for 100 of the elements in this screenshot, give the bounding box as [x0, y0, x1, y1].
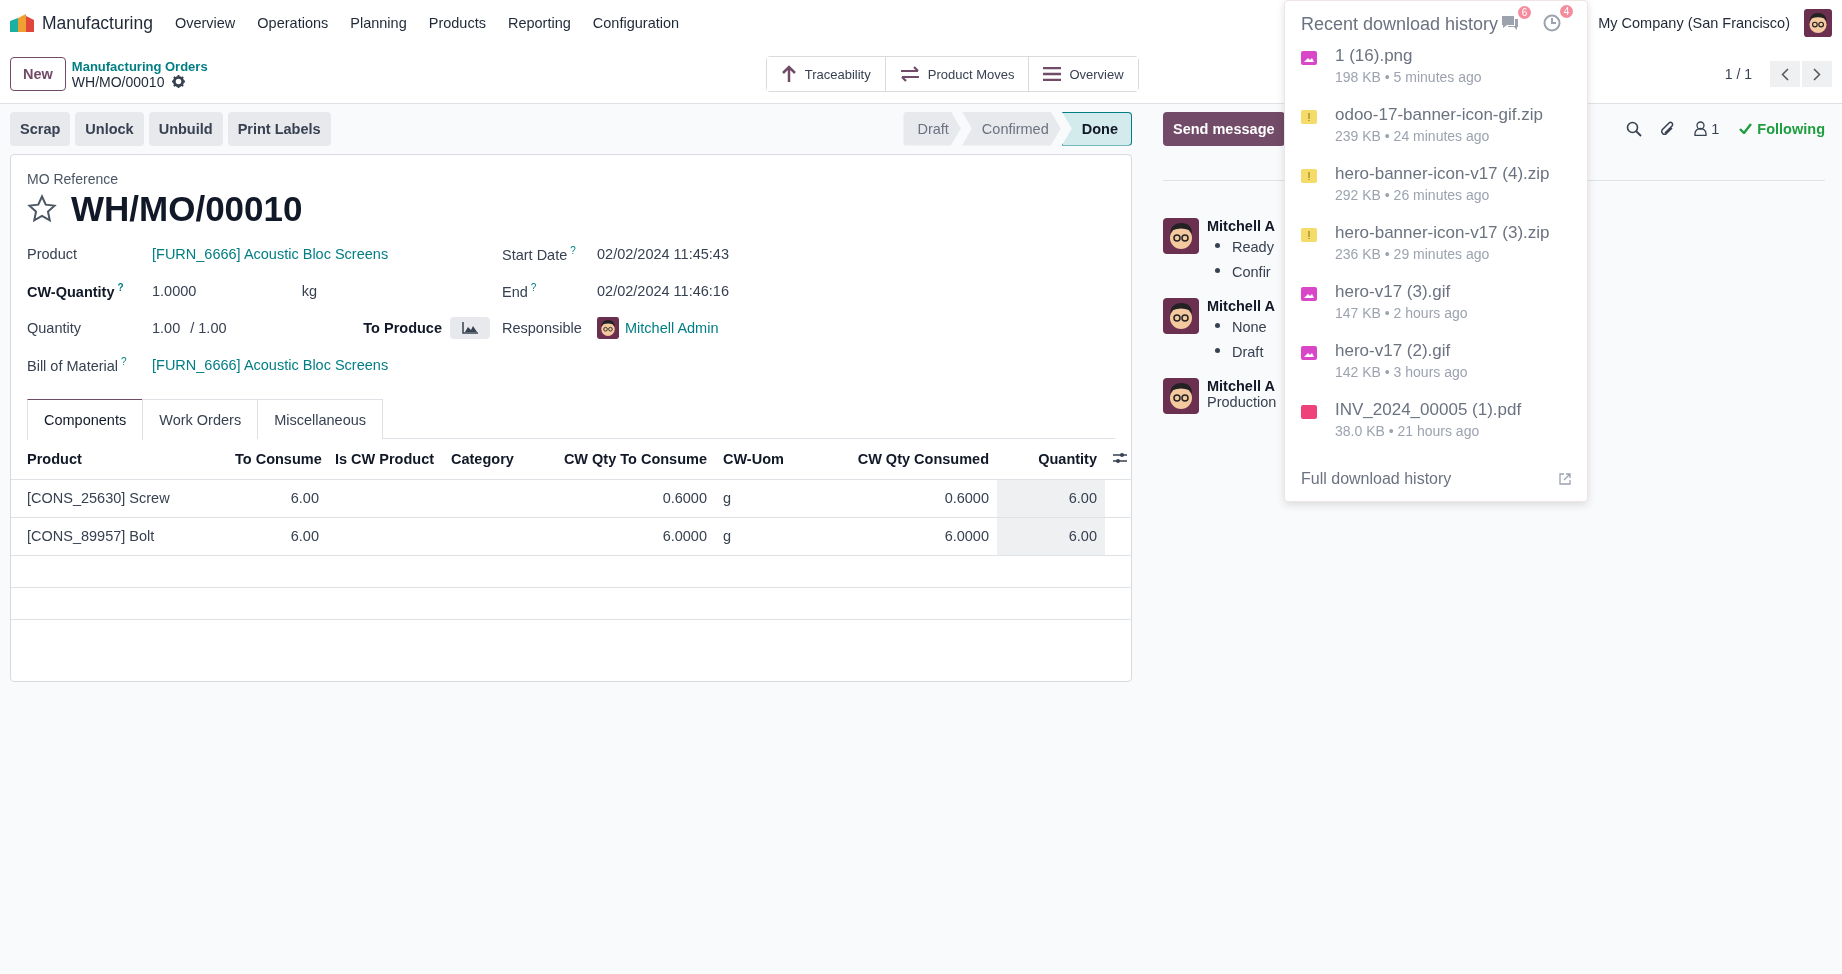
avatar: [1163, 378, 1199, 414]
file-icon: [1301, 405, 1317, 419]
previous-button[interactable]: [1770, 61, 1800, 87]
field-label: End $^{?}$: [502, 281, 538, 300]
app-name[interactable]: Manufacturing: [42, 12, 153, 34]
message-author[interactable]: Mitchell A: [1207, 378, 1275, 394]
field-value[interactable]: 1.00: [152, 319, 181, 336]
avatar: [1163, 298, 1199, 334]
column-header[interactable]: Quantity: [997, 439, 1105, 479]
forecast-button[interactable]: [450, 316, 490, 339]
field-label: MO Reference: [27, 171, 120, 187]
record-link[interactable]: [FURN_6666] Acoustic Bloc Screens: [152, 245, 389, 262]
file-details: 147 KB • 2 hours ago: [1335, 305, 1468, 321]
file-name[interactable]: hero-banner-icon-v17 (3).zip: [1335, 223, 1550, 243]
field-value[interactable]: 1.0000: [152, 282, 197, 299]
column-header[interactable]: CW Qty Consumed: [811, 439, 997, 479]
record-title: WH/MO/00010: [71, 189, 303, 229]
status-step[interactable]: Confirmed: [961, 111, 1061, 146]
file-name[interactable]: INV_2024_00005 (1).pdf: [1335, 400, 1522, 420]
action-button[interactable]: Scrap: [10, 111, 71, 146]
tab[interactable]: Miscellaneous: [257, 399, 384, 439]
next-button[interactable]: [1802, 61, 1832, 87]
avatar: [597, 316, 619, 339]
column-header[interactable]: CW Qty To Consume: [531, 439, 715, 479]
menu-item[interactable]: Planning: [350, 15, 407, 31]
file-icon: [1301, 228, 1317, 242]
app-logo-icon[interactable]: [10, 14, 34, 32]
column-header[interactable]: Category: [443, 439, 531, 479]
table-cell: 6.00: [1068, 528, 1097, 544]
send-message-button[interactable]: Send message: [1163, 111, 1285, 146]
field-label: Responsible: [502, 319, 583, 336]
company-name[interactable]: My Company (San Francisco): [1598, 15, 1790, 31]
column-header[interactable]: Product: [11, 439, 227, 479]
table-cell: [CONS_89957] Bolt: [27, 528, 155, 544]
bullet-icon: [1215, 348, 1220, 353]
file-name[interactable]: hero-banner-icon-v17 (4).zip: [1335, 164, 1550, 184]
file-name[interactable]: odoo-17-banner-icon-gif.zip: [1335, 105, 1543, 125]
table-cell: 0.6000: [944, 490, 989, 506]
avatar: [1163, 218, 1199, 254]
old-value: Ready: [1232, 238, 1274, 255]
menu-icon: [1043, 67, 1062, 81]
bullet-icon: [1215, 243, 1220, 248]
file-icon: [1301, 51, 1317, 65]
full-history-link[interactable]: Full download history: [1301, 470, 1452, 488]
action-button[interactable]: Unlock: [75, 111, 144, 146]
file-icon: [1301, 169, 1317, 183]
file-name[interactable]: hero-v17 (3).gif: [1335, 282, 1468, 302]
smart-button[interactable]: Traceability: [766, 57, 886, 91]
menu-item[interactable]: Overview: [174, 15, 236, 31]
table-cell: 6.00: [290, 528, 319, 544]
gear-icon[interactable]: [172, 75, 186, 88]
checkmark-icon: [1739, 123, 1753, 134]
followers-button[interactable]: 1: [1694, 120, 1720, 137]
file-name[interactable]: 1 (16).png: [1335, 46, 1482, 66]
file-details: 239 KB • 24 minutes ago: [1335, 128, 1491, 144]
column-header[interactable]: CW-Uom: [715, 439, 811, 479]
area-chart-icon: [462, 321, 478, 334]
field-label: Quantity: [27, 319, 82, 336]
action-button[interactable]: Print Labels: [227, 111, 331, 146]
table-cell: 6.00: [1068, 490, 1097, 506]
user-link[interactable]: Mitchell Admin: [625, 319, 719, 336]
field-value[interactable]: 02/02/2024 11:46:16: [597, 282, 729, 299]
table-cell: g: [723, 490, 732, 506]
star-icon[interactable]: [27, 194, 57, 224]
file-details: 142 KB • 3 hours ago: [1335, 364, 1468, 380]
menu-item[interactable]: Operations: [257, 15, 329, 31]
message-body: Production: [1207, 394, 1277, 410]
column-header[interactable]: Is CW Product: [327, 439, 443, 479]
action-button[interactable]: Unbuild: [148, 111, 223, 146]
breadcrumb-link[interactable]: Manufacturing Orders: [71, 58, 208, 74]
file-details: 198 KB • 5 minutes ago: [1335, 69, 1482, 85]
tab[interactable]: Work Orders: [142, 399, 259, 439]
search-icon[interactable]: [1626, 120, 1643, 137]
menu-item[interactable]: Configuration: [592, 15, 680, 31]
column-header[interactable]: To Consume: [227, 439, 327, 479]
chevron-right-icon: [1813, 67, 1821, 81]
popup-title: Recent download history: [1301, 14, 1499, 35]
table-cell: [CONS_25630] Screw: [27, 490, 170, 506]
file-details: 38.0 KB • 21 hours ago: [1335, 423, 1481, 439]
field-value[interactable]: 02/02/2024 11:45:43: [597, 245, 729, 262]
menu-item[interactable]: Reporting: [507, 15, 571, 31]
menu-item[interactable]: Products: [428, 15, 486, 31]
status-step[interactable]: Done: [1061, 111, 1132, 146]
message-author[interactable]: Mitchell A: [1207, 298, 1275, 314]
file-name[interactable]: hero-v17 (2).gif: [1335, 341, 1468, 361]
message-author[interactable]: Mitchell A: [1207, 218, 1275, 234]
person-icon: [1694, 121, 1708, 136]
field-label: To Produce: [363, 319, 442, 336]
status-step[interactable]: Draft: [903, 111, 961, 146]
tab[interactable]: Components: [27, 399, 144, 440]
file-details: 292 KB • 26 minutes ago: [1335, 187, 1491, 203]
chevron-left-icon: [1781, 67, 1789, 81]
field-value: / 1.00: [190, 319, 227, 336]
pager-value: 1 / 1: [1724, 66, 1752, 82]
field-label: Start Date $^{?}$: [502, 244, 577, 263]
new-button[interactable]: New: [10, 57, 66, 91]
sliders-icon[interactable]: [1113, 451, 1127, 464]
bullet-icon: [1215, 323, 1220, 328]
record-name: WH/MO/00010: [71, 73, 165, 90]
record-link[interactable]: [FURN_6666] Acoustic Bloc Screens: [152, 356, 389, 373]
